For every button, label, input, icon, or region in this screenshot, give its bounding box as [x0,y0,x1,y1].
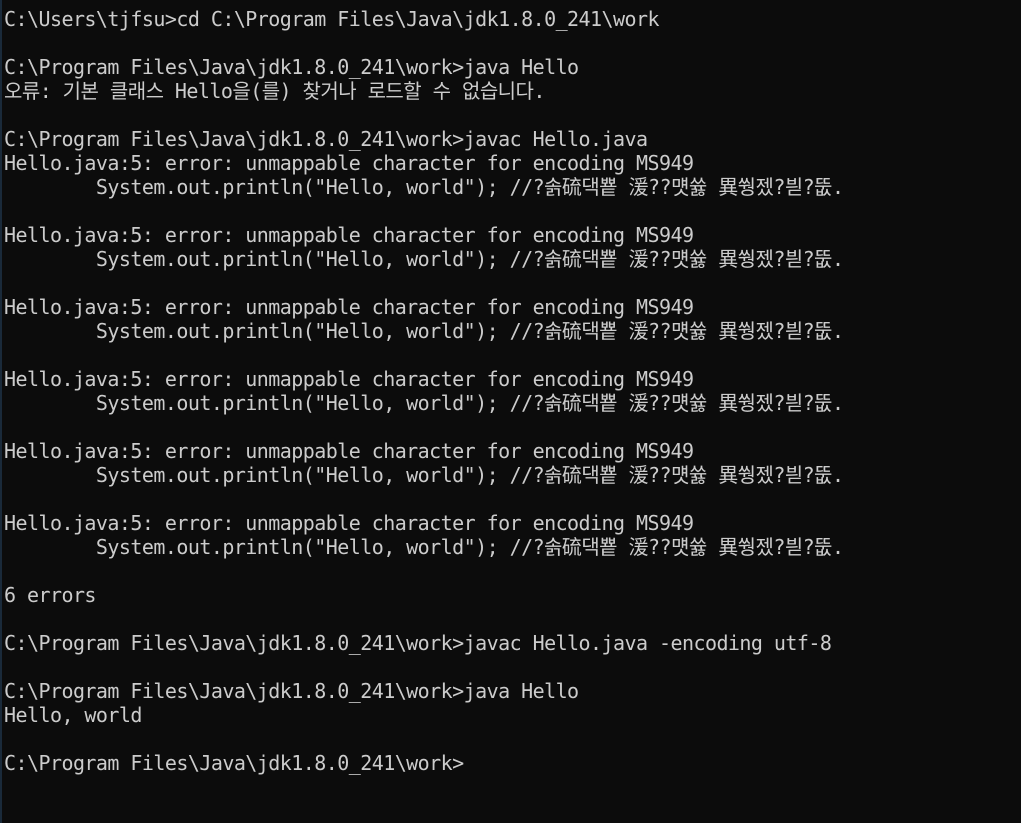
console-output: C:\Users\tjfsu>cd C:\Program Files\Java\… [4,7,844,775]
console-line: System.out.println("Hello, world"); //?솕… [4,319,844,343]
window-edge [0,0,2,823]
console-line: Hello, world [4,703,142,727]
console-line: C:\Program Files\Java\jdk1.8.0_241\work>… [4,55,579,79]
console-line: C:\Program Files\Java\jdk1.8.0_241\work>… [4,679,579,703]
console-line: C:\Program Files\Java\jdk1.8.0_241\work>… [4,631,832,655]
console-line: System.out.println("Hello, world"); //?솕… [4,535,844,559]
console-prompt-line[interactable]: C:\Program Files\Java\jdk1.8.0_241\work> [4,751,844,775]
console-line: 오류: 기본 클래스 Hello을(를) 찾거나 로드할 수 없습니다. [4,79,545,103]
console-line: System.out.println("Hello, world"); //?솕… [4,463,844,487]
console-line: System.out.println("Hello, world"); //?솕… [4,391,844,415]
console-line: 6 errors [4,583,96,607]
console-line: Hello.java:5: error: unmappable characte… [4,511,694,535]
console-line: Hello.java:5: error: unmappable characte… [4,367,694,391]
console-window[interactable]: C:\Users\tjfsu>cd C:\Program Files\Java\… [0,0,1021,823]
console-line: System.out.println("Hello, world"); //?솕… [4,175,844,199]
console-line: Hello.java:5: error: unmappable characte… [4,439,694,463]
console-line: C:\Program Files\Java\jdk1.8.0_241\work>… [4,127,648,151]
console-line: C:\Users\tjfsu>cd C:\Program Files\Java\… [4,7,660,31]
console-line: System.out.println("Hello, world"); //?솕… [4,247,844,271]
console-line: Hello.java:5: error: unmappable characte… [4,151,694,175]
console-line: Hello.java:5: error: unmappable characte… [4,295,694,319]
console-line: Hello.java:5: error: unmappable characte… [4,223,694,247]
